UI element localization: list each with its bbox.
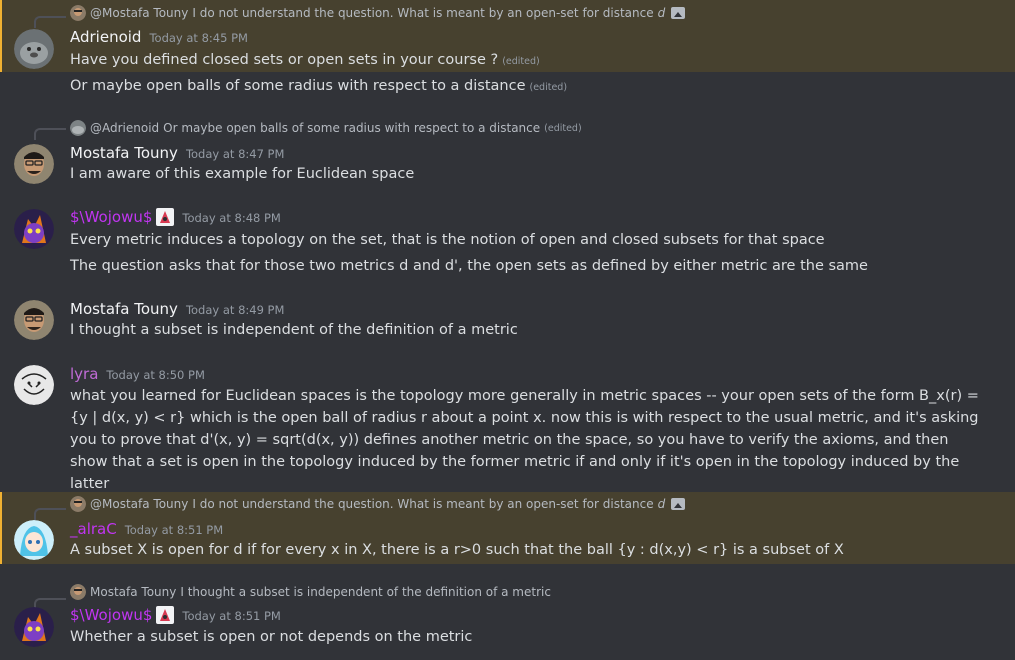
author-name[interactable]: Adrienoid: [70, 28, 141, 46]
message-header: Mostafa Touny Today at 8:47 PM: [70, 144, 284, 162]
timestamp[interactable]: Today at 8:49 PM: [186, 303, 284, 317]
reply-spine: [34, 16, 66, 28]
reply-spine: [34, 508, 66, 520]
mostafa-mini-avatar: [70, 5, 86, 21]
author-name[interactable]: Mostafa Touny: [70, 300, 178, 318]
message-header: lyra Today at 8:50 PM: [70, 365, 205, 383]
message-alrac[interactable]: @Mostafa Touny I do not understand the q…: [0, 492, 1015, 564]
message-text: I thought a subset is independent of the…: [70, 322, 518, 338]
reply-author[interactable]: @Mostafa Touny: [90, 6, 188, 20]
role-badge-icon: [156, 606, 175, 624]
timestamp[interactable]: Today at 8:51 PM: [182, 609, 280, 623]
message-text: Or maybe open balls of some radius with …: [70, 78, 526, 94]
message-line: A subset X is open for d if for every x …: [70, 539, 980, 561]
author-name[interactable]: $\Wojowu$: [70, 208, 152, 226]
reply-spine: [34, 128, 66, 140]
message-lyra[interactable]: lyra Today at 8:50 PM what you learned f…: [0, 361, 1015, 492]
timestamp[interactable]: Today at 8:45 PM: [149, 31, 247, 45]
role-badge-icon: [156, 208, 175, 226]
author-name[interactable]: _alraC: [70, 520, 117, 538]
reply-text: I do not understand the question. What i…: [192, 497, 654, 511]
message-header: $\Wojowu$ Today at 8:51 PM: [70, 606, 281, 624]
message-mostafa-1[interactable]: @Adrienoid Or maybe open balls of some r…: [0, 116, 1015, 192]
wojowu-avatar[interactable]: [14, 607, 54, 647]
edited-label: (edited): [529, 82, 568, 93]
timestamp[interactable]: Today at 8:47 PM: [186, 147, 284, 161]
reply-text: Or maybe open balls of some radius with …: [163, 121, 541, 135]
timestamp[interactable]: Today at 8:50 PM: [106, 368, 204, 382]
message-line: I am aware of this example for Euclidean…: [70, 163, 980, 185]
message-text: Whether a subset is open or not depends …: [70, 629, 473, 645]
message-line: The question asks that for those two met…: [70, 255, 980, 277]
message-text: I am aware of this example for Euclidean…: [70, 166, 415, 182]
message-line: Or maybe open balls of some radius with …: [70, 75, 980, 99]
wojowu-avatar[interactable]: [14, 209, 54, 249]
reply-text-tail: d: [657, 6, 666, 20]
reply-author[interactable]: @Mostafa Touny: [90, 497, 188, 511]
mostafa-avatar[interactable]: [14, 300, 54, 340]
edited-label: (edited): [502, 56, 540, 67]
message-adrienoid-1[interactable]: @Mostafa Touny I do not understand the q…: [0, 0, 1015, 72]
reply-preview[interactable]: @Mostafa Touny I do not understand the q…: [70, 496, 686, 512]
reply-text-tail: d: [657, 497, 666, 511]
adrienoid-mini-avatar: [70, 120, 86, 136]
reply-author[interactable]: @Adrienoid: [90, 121, 159, 135]
message-mostafa-2[interactable]: Mostafa Touny Today at 8:49 PM I thought…: [0, 296, 1015, 346]
author-name[interactable]: $\Wojowu$: [70, 606, 152, 624]
reply-preview[interactable]: Mostafa Touny I thought a subset is inde…: [70, 584, 551, 600]
reply-author[interactable]: Mostafa Touny: [90, 585, 176, 599]
image-icon: [671, 7, 686, 19]
reply-text: I do not understand the question. What i…: [192, 6, 654, 20]
message-text: Every metric induces a topology on the s…: [70, 232, 825, 248]
adrienoid-avatar[interactable]: [14, 29, 54, 69]
reply-preview[interactable]: @Mostafa Touny I do not understand the q…: [70, 5, 686, 21]
message-line: I thought a subset is independent of the…: [70, 319, 980, 341]
message-text: A subset X is open for d if for every x …: [70, 542, 844, 558]
message-text: what you learned for Euclidean spaces is…: [70, 388, 979, 492]
message-line: Every metric induces a topology on the s…: [70, 229, 980, 251]
message-wojowu-2[interactable]: Mostafa Touny I thought a subset is inde…: [0, 582, 1015, 660]
reply-text: I thought a subset is independent of the…: [180, 585, 551, 599]
author-name[interactable]: lyra: [70, 365, 98, 383]
message-header: Mostafa Touny Today at 8:49 PM: [70, 300, 284, 318]
reply-preview[interactable]: @Adrienoid Or maybe open balls of some r…: [70, 120, 582, 136]
mostafa-mini-avatar: [70, 496, 86, 512]
mostafa-mini-avatar: [70, 584, 86, 600]
message-header: _alraC Today at 8:51 PM: [70, 520, 223, 538]
message-line: Whether a subset is open or not depends …: [70, 626, 980, 648]
lyra-avatar[interactable]: [14, 365, 54, 405]
message-text: Have you defined closed sets or open set…: [70, 52, 499, 68]
author-name[interactable]: Mostafa Touny: [70, 144, 178, 162]
message-header: Adrienoid Today at 8:45 PM: [70, 28, 248, 46]
timestamp[interactable]: Today at 8:48 PM: [182, 211, 280, 225]
message-line: what you learned for Euclidean spaces is…: [70, 385, 980, 495]
timestamp[interactable]: Today at 8:51 PM: [125, 523, 223, 537]
message-wojowu-1[interactable]: $\Wojowu$ Today at 8:48 PM Every metric …: [0, 205, 1015, 285]
message-line: Have you defined closed sets or open set…: [70, 49, 980, 73]
alrac-avatar[interactable]: [14, 520, 54, 560]
image-icon: [671, 498, 686, 510]
message-header: $\Wojowu$ Today at 8:48 PM: [70, 208, 281, 226]
mostafa-avatar[interactable]: [14, 144, 54, 184]
edited-label: (edited): [544, 122, 582, 134]
message-text: The question asks that for those two met…: [70, 258, 868, 274]
